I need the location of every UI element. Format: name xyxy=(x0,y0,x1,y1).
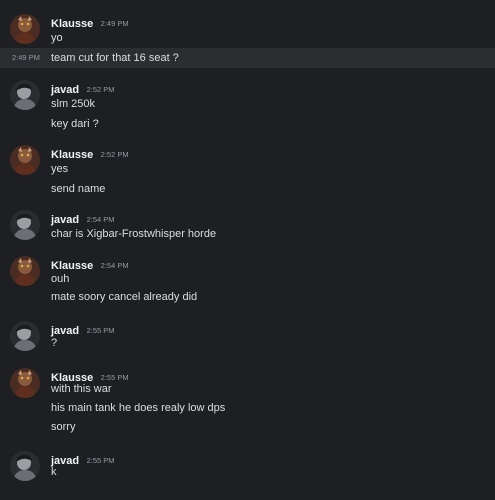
message-text: send name xyxy=(51,183,106,195)
message-text: mate soory cancel already did xyxy=(51,291,198,303)
message-line: k xyxy=(0,462,495,482)
message-text: ouh xyxy=(51,273,70,285)
message-line: ? xyxy=(0,333,495,353)
message-line: with this war xyxy=(0,379,495,399)
timestamp: 2:49 PM xyxy=(100,19,129,28)
message-line: ouh xyxy=(0,269,495,289)
hover-timestamp: 2:49 PM xyxy=(12,53,40,62)
message-header: Klausse 2:54 PM xyxy=(51,256,129,272)
timestamp: 2:54 PM xyxy=(86,215,115,224)
message-text: his main tank he does realy low dps xyxy=(51,402,226,414)
message-text: team cut for that 16 seat ? xyxy=(51,52,179,64)
message-header: Klausse 2:52 PM xyxy=(51,145,129,161)
message-line: slm 250k xyxy=(0,94,495,114)
message-header: Klausse 2:49 PM xyxy=(51,14,129,30)
message-line: mate soory cancel already did xyxy=(0,287,495,307)
message-header: javad 2:54 PM xyxy=(51,210,115,226)
message-line: yes xyxy=(0,159,495,179)
timestamp: 2:52 PM xyxy=(100,150,129,159)
message-line: char is Xigbar-Frostwhisper horde xyxy=(0,224,495,244)
message-text: with this war xyxy=(51,383,112,395)
message-text: k xyxy=(51,466,57,478)
message-line: his main tank he does realy low dps xyxy=(0,398,495,418)
message-text: sorry xyxy=(51,421,76,433)
timestamp: 2:52 PM xyxy=(86,85,115,94)
message-text: yo xyxy=(51,32,63,44)
message-text: ? xyxy=(51,337,58,349)
message-text: slm 250k xyxy=(51,98,96,110)
message-text: yes xyxy=(51,163,69,175)
message-text: char is Xigbar-Frostwhisper horde xyxy=(51,228,217,240)
message-line-hovered[interactable]: 2:49 PM team cut for that 16 seat ? xyxy=(0,48,495,68)
chat-message-list[interactable]: Klausse 2:49 PM yo 2:49 PM team cut for … xyxy=(0,0,495,500)
message-line: key dari ? xyxy=(0,114,495,134)
message-text: key dari ? xyxy=(51,118,99,130)
message-line: send name xyxy=(0,179,495,199)
message-header: javad 2:52 PM xyxy=(51,80,115,96)
message-line: sorry xyxy=(0,417,495,437)
message-line: yo xyxy=(0,28,495,48)
